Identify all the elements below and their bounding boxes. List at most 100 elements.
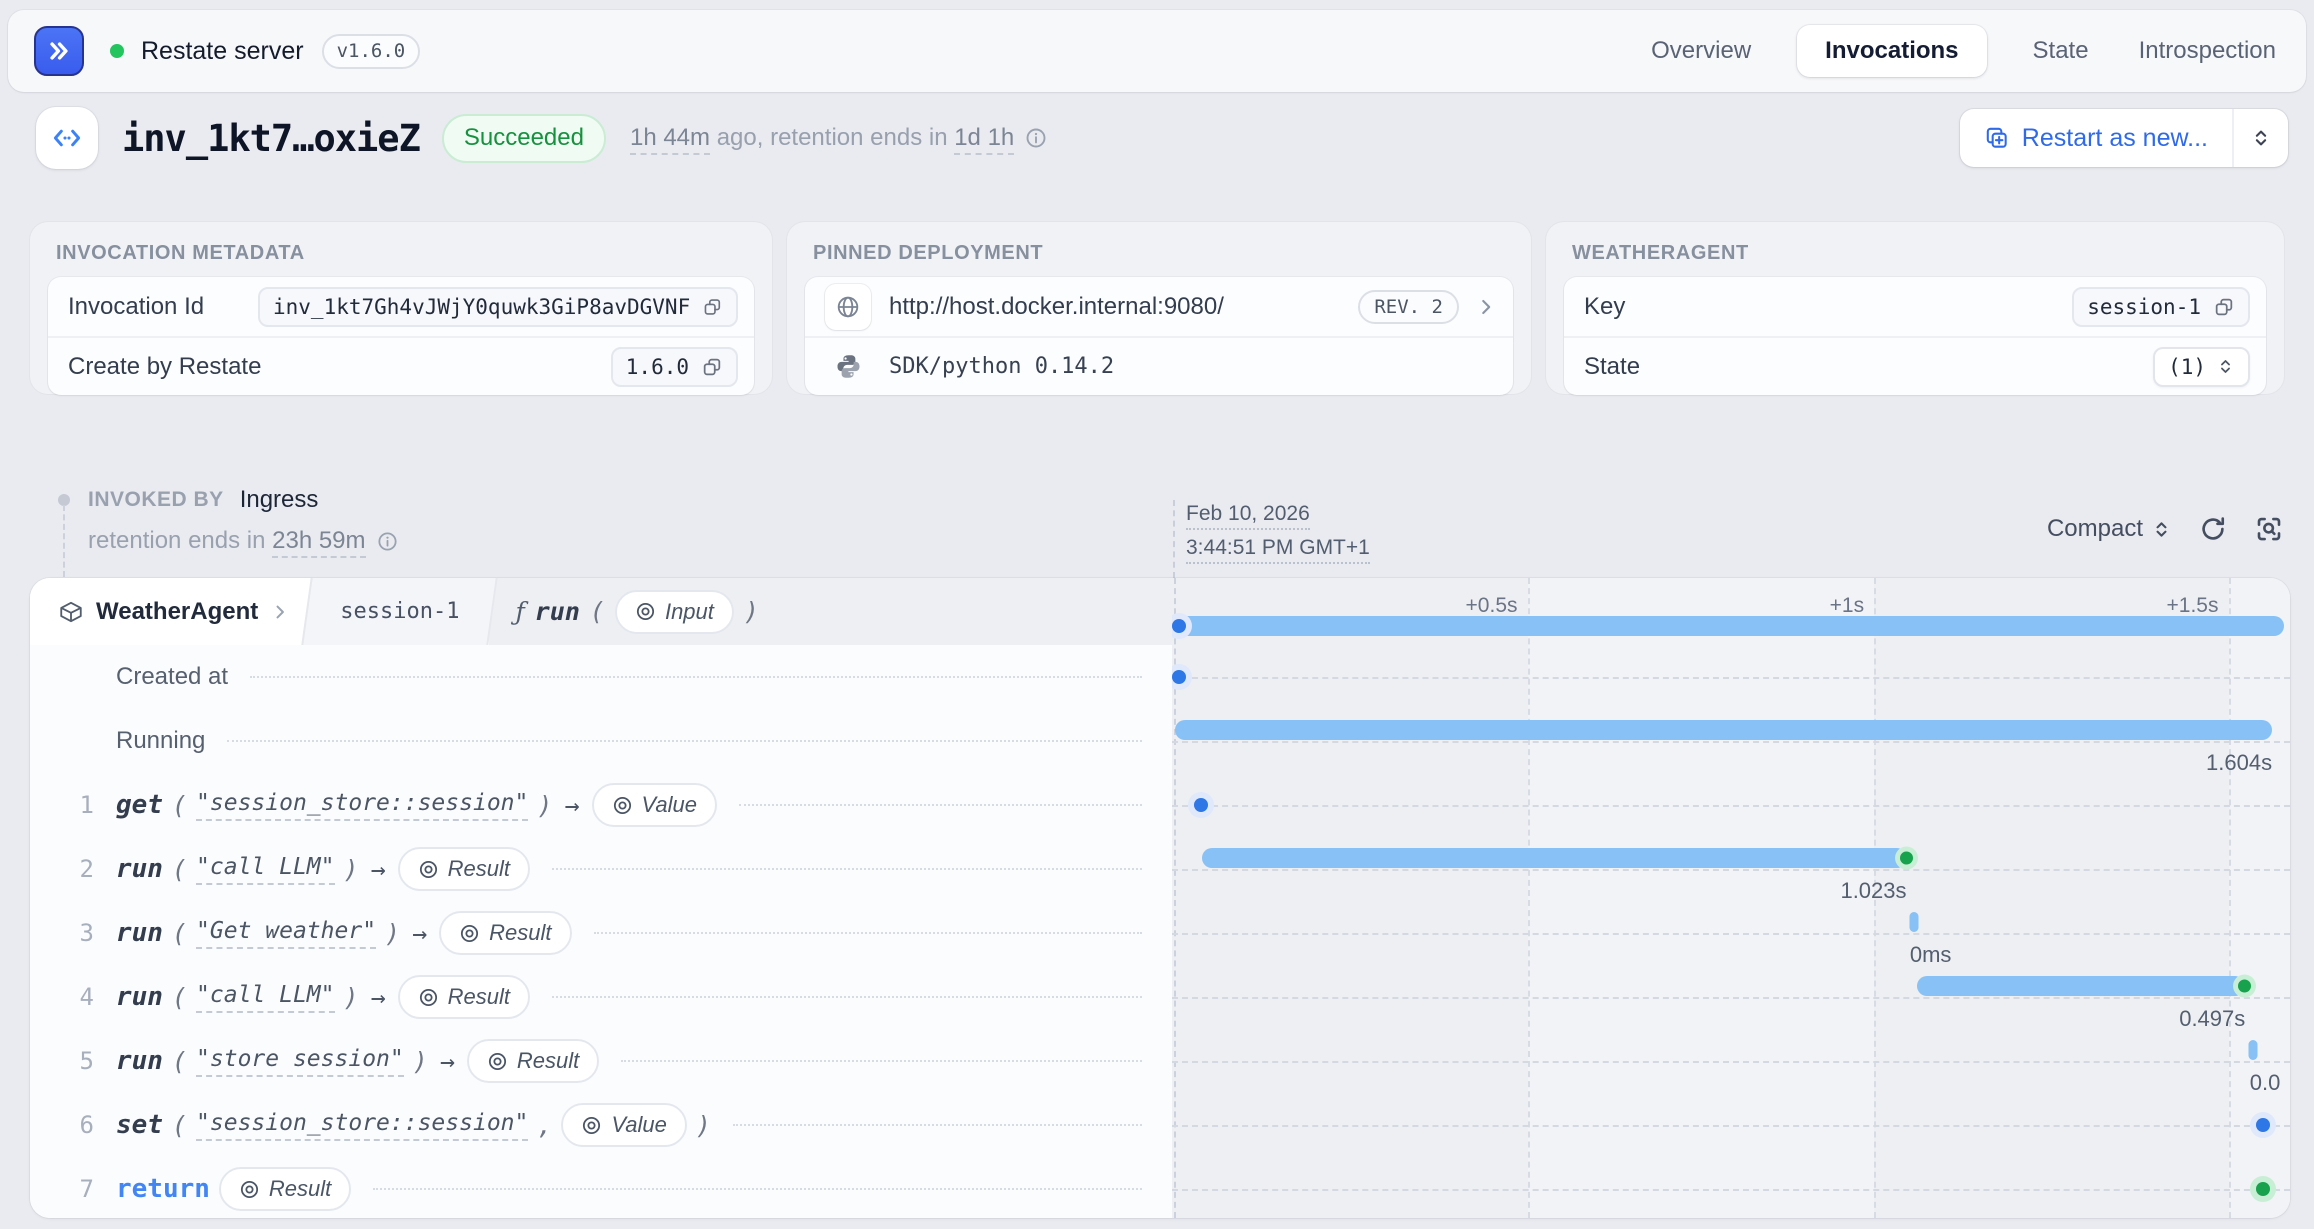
dotted-leader <box>733 1124 1142 1126</box>
timeline-row-return <box>1172 1157 2290 1218</box>
restate-logo-icon[interactable] <box>34 26 84 76</box>
completion-dot <box>1900 852 1913 865</box>
key-tab[interactable]: session-1 <box>310 578 489 645</box>
view-mode-select[interactable]: Compact <box>2047 515 2172 543</box>
tick-label: +0.5s <box>1466 594 1518 618</box>
journal-row-run-store-session[interactable]: 5 run ( "store session" ) → Result <box>30 1029 1172 1093</box>
info-icon[interactable] <box>376 530 399 553</box>
restart-options-caret[interactable] <box>2234 109 2288 167</box>
refresh-icon <box>2198 514 2228 544</box>
restart-label: Restart as new... <box>2022 124 2208 153</box>
result-badge[interactable]: Result <box>439 911 571 955</box>
chevron-right-icon <box>1475 296 1497 318</box>
timeline-row-run-call-llm-2: 0.497s <box>1172 965 2290 1029</box>
age-text[interactable]: 1h 44m <box>630 124 710 155</box>
run-duration-bar[interactable] <box>1917 976 2246 996</box>
sdk-row: SDK/python 0.14.2 <box>805 336 1513 395</box>
journal-row-running[interactable]: Running <box>30 709 1172 773</box>
run-duration-tick[interactable] <box>1910 912 1919 932</box>
value-badge[interactable]: Value <box>561 1103 686 1147</box>
dotted-leader <box>594 932 1142 934</box>
restate-version-value[interactable]: 1.6.0 <box>611 347 738 387</box>
state-select[interactable]: (1) <box>2153 347 2250 387</box>
retention-text[interactable]: 1d 1h <box>954 124 1014 155</box>
created-at-dot[interactable] <box>1172 670 1186 684</box>
globe-icon <box>825 284 871 330</box>
journal-row-set[interactable]: 6 set ( "session_store::session" , Value… <box>30 1093 1172 1157</box>
keyword-get: get <box>116 790 163 820</box>
invoked-by-label: INVOKED BY <box>88 488 224 512</box>
card-title: INVOCATION METADATA <box>48 238 754 277</box>
restart-as-new-button[interactable]: Restart as new... <box>1960 109 2232 167</box>
state-row: State (1) <box>1564 336 2266 395</box>
timeline-column: +0.5s +1s +1.5s 1.604s 1.023s 0ms <box>1172 578 2290 1218</box>
server-title: Restate server <box>141 37 304 66</box>
timeline-start-datetime[interactable]: Feb 10, 2026 3:44:51 PM GMT+1 <box>1186 503 1370 571</box>
invocation-id-value[interactable]: inv_1kt7Gh4vJWjY0quwk3GiP8avDGVNFo… <box>258 287 738 327</box>
invocation-header: inv_1kt7…oxieZ Succeeded 1h 44m ago, ret… <box>36 106 2288 170</box>
journal-row-run-get-weather[interactable]: 3 run ( "Get weather" ) → Result <box>30 901 1172 965</box>
timeline-row-running: 1.604s <box>1172 709 2290 773</box>
scan-search-icon <box>2254 514 2284 544</box>
info-icon[interactable] <box>1024 126 1048 150</box>
top-nav: Overview Invocations State Introspection <box>1647 25 2280 77</box>
run-duration-bar[interactable] <box>1202 848 1906 868</box>
nav-invocations[interactable]: Invocations <box>1797 25 1986 77</box>
app-bar: Restate server v1.6.0 Overview Invocatio… <box>8 10 2306 92</box>
keyword-return: return <box>116 1174 210 1204</box>
journal-row-created-at[interactable]: Created at <box>30 645 1172 709</box>
refresh-button[interactable] <box>2198 514 2228 544</box>
value-eye-icon <box>239 1179 260 1200</box>
running-bar[interactable] <box>1175 720 2272 740</box>
invoked-by-value: Ingress <box>240 486 319 514</box>
journal-row-run-call-llm-2[interactable]: 4 run ( "call LLM" ) → Result <box>30 965 1172 1029</box>
copy-icon[interactable] <box>701 356 723 378</box>
run-duration-tick[interactable] <box>2249 1040 2258 1060</box>
state-key-arg: "session_store::session" <box>196 790 528 821</box>
input-badge[interactable]: Input <box>615 590 734 634</box>
result-badge[interactable]: Result <box>398 975 530 1019</box>
retention-countdown[interactable]: 23h 59m <box>272 527 365 558</box>
invocation-duration-bar[interactable] <box>1175 616 2284 636</box>
result-badge[interactable]: Result <box>467 1039 599 1083</box>
handler-tab[interactable]: ƒ run ( Input ) <box>489 578 1172 645</box>
endpoint-url: http://host.docker.internal:9080/ <box>889 293 1224 321</box>
invocation-icon <box>36 107 98 169</box>
return-event-dot[interactable] <box>2256 1182 2270 1196</box>
journal-row-return[interactable]: 7 return Result <box>30 1157 1172 1218</box>
dotted-leader <box>552 868 1142 870</box>
journal-row-get[interactable]: 1 get ( "session_store::session" ) → Val… <box>30 773 1172 837</box>
keyword-set: set <box>116 1110 163 1140</box>
chevron-up-down-icon <box>2250 127 2272 149</box>
key-value[interactable]: session-1 <box>2072 287 2250 327</box>
start-date: Feb 10, 2026 <box>1186 503 1310 530</box>
nav-state[interactable]: State <box>2029 25 2093 77</box>
result-badge[interactable]: Result <box>219 1167 351 1211</box>
zoom-fit-button[interactable] <box>2254 514 2284 544</box>
copy-icon[interactable] <box>2213 296 2235 318</box>
value-eye-icon <box>635 601 656 622</box>
invocation-start-dot[interactable] <box>1172 619 1186 633</box>
value-eye-icon <box>487 1051 508 1072</box>
result-badge[interactable]: Result <box>398 847 530 891</box>
timeline-row-run-get-weather: 0ms <box>1172 901 2290 965</box>
journal-row-run-call-llm-1[interactable]: 2 run ( "call LLM" ) → Result <box>30 837 1172 901</box>
meta-mid-text: ago, retention ends in <box>710 124 954 151</box>
row-label: State <box>1584 353 1640 381</box>
value-badge[interactable]: Value <box>592 783 717 827</box>
service-tab[interactable]: WeatherAgent <box>30 578 310 645</box>
set-event-dot[interactable] <box>2256 1118 2270 1132</box>
key-row: Key session-1 <box>1564 277 2266 336</box>
run-name-arg: "call LLM" <box>196 982 334 1013</box>
nav-introspection[interactable]: Introspection <box>2135 25 2280 77</box>
invocation-target-breadcrumb: WeatherAgent session-1 ƒ run ( Input ) <box>30 578 1172 645</box>
copy-icon[interactable] <box>702 296 723 318</box>
invocation-id-title: inv_1kt7…oxieZ <box>122 117 420 160</box>
function-icon: ƒ <box>515 597 524 626</box>
nav-overview[interactable]: Overview <box>1647 25 1755 77</box>
get-event-dot[interactable] <box>1194 798 1208 812</box>
dotted-leader <box>250 676 1142 678</box>
deployment-endpoint-row[interactable]: http://host.docker.internal:9080/ REV. 2 <box>805 277 1513 336</box>
server-version-badge: v1.6.0 <box>322 34 421 69</box>
journal-panel: WeatherAgent session-1 ƒ run ( Input ) <box>30 578 2290 1218</box>
